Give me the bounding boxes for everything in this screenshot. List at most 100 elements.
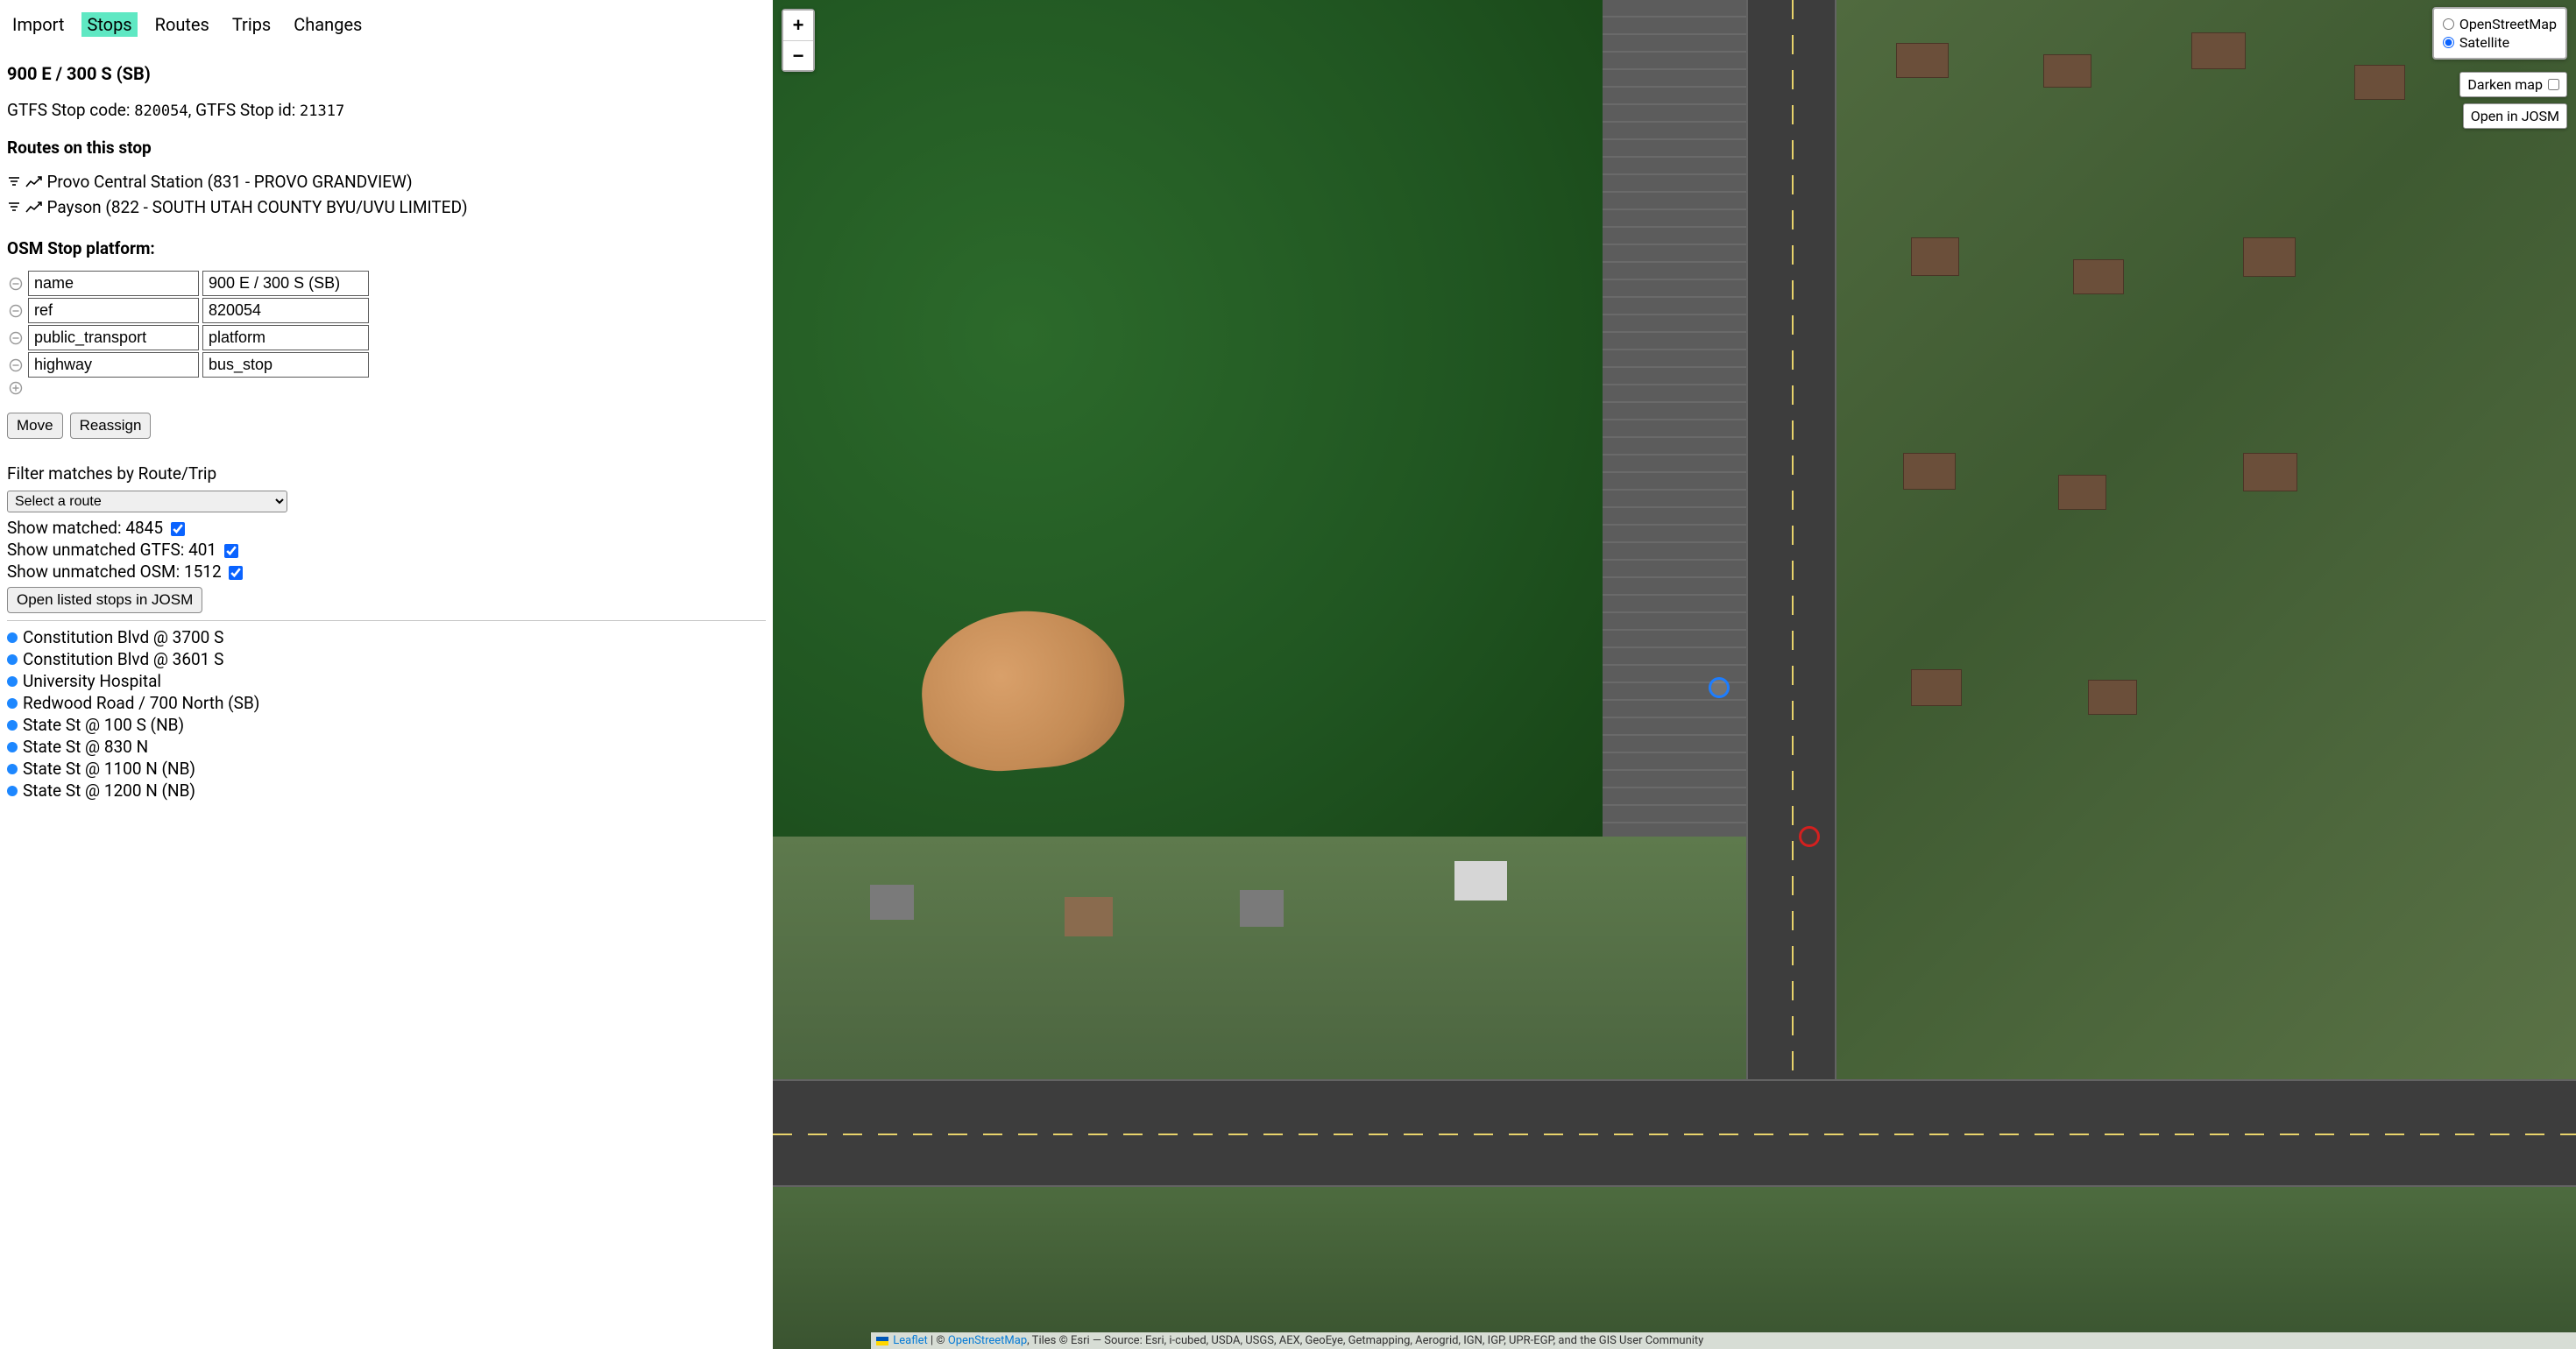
stop-list-item[interactable]: State St @ 1200 N (NB) bbox=[7, 780, 766, 802]
tag-row bbox=[7, 325, 766, 350]
layer-sat-label: Satellite bbox=[2459, 34, 2509, 51]
gtfs-code-label: GTFS Stop code: bbox=[7, 100, 130, 120]
route-select[interactable]: Select a route bbox=[7, 491, 287, 512]
ukraine-flag-icon bbox=[876, 1337, 888, 1345]
tab-changes[interactable]: Changes bbox=[288, 12, 367, 37]
sidebar: Import Stops Routes Trips Changes 900 E … bbox=[0, 0, 773, 1349]
matched-label: Show matched: bbox=[7, 518, 122, 538]
tab-import[interactable]: Import bbox=[7, 12, 69, 37]
stop-list-item[interactable]: Constitution Blvd @ 3700 S bbox=[7, 626, 766, 648]
tag-key-input[interactable] bbox=[28, 298, 199, 323]
tab-trips[interactable]: Trips bbox=[227, 12, 276, 37]
gtfs-id-label: GTFS Stop id: bbox=[195, 100, 295, 120]
stop-list-label: University Hospital bbox=[23, 671, 161, 691]
tag-row bbox=[7, 271, 766, 296]
divider bbox=[7, 620, 766, 621]
layer-osm[interactable]: OpenStreetMap bbox=[2443, 16, 2557, 32]
matched-count: 4845 bbox=[125, 518, 163, 538]
attrib-rest: , Tiles © Esri — Source: Esri, i-cubed, … bbox=[1027, 1334, 1703, 1347]
tag-key-input[interactable] bbox=[28, 325, 199, 350]
stop-list-label: State St @ 1200 N (NB) bbox=[23, 780, 195, 801]
tag-editor bbox=[7, 271, 766, 378]
top-tabs: Import Stops Routes Trips Changes bbox=[7, 9, 766, 42]
stop-title: 900 E / 300 S (SB) bbox=[7, 63, 766, 84]
layer-sat-radio[interactable] bbox=[2443, 37, 2454, 48]
stop-list-item[interactable]: State St @ 100 S (NB) bbox=[7, 714, 766, 736]
gtfs-stop-marker[interactable] bbox=[1709, 677, 1730, 698]
stop-dot-icon bbox=[7, 764, 18, 774]
tag-value-input[interactable] bbox=[202, 271, 369, 296]
tag-value-input[interactable] bbox=[202, 298, 369, 323]
route-text: Provo Central Station (831 - PROVO GRAND… bbox=[46, 172, 412, 192]
reassign-button[interactable]: Reassign bbox=[70, 413, 152, 439]
remove-tag-icon[interactable] bbox=[7, 329, 25, 347]
filter-heading: Filter matches by Route/Trip bbox=[7, 463, 766, 484]
stop-list-item[interactable]: University Hospital bbox=[7, 670, 766, 692]
tag-key-input[interactable] bbox=[28, 271, 199, 296]
tag-value-input[interactable] bbox=[202, 325, 369, 350]
stop-dot-icon bbox=[7, 720, 18, 731]
stop-dot-icon bbox=[7, 654, 18, 665]
stop-list-item[interactable]: State St @ 1100 N (NB) bbox=[7, 758, 766, 780]
stop-list-item[interactable]: Constitution Blvd @ 3601 S bbox=[7, 648, 766, 670]
remove-tag-icon[interactable] bbox=[7, 357, 25, 374]
map-canvas[interactable]: + − OpenStreetMap Satellite Darken map O… bbox=[773, 0, 2576, 1349]
zoom-in-button[interactable]: + bbox=[783, 11, 813, 40]
osm-heading: OSM Stop platform: bbox=[7, 238, 766, 258]
routes-list: Provo Central Station (831 - PROVO GRAND… bbox=[7, 170, 766, 221]
remove-tag-icon[interactable] bbox=[7, 302, 25, 320]
map-attribution: Leaflet | © OpenStreetMap, Tiles © Esri … bbox=[871, 1332, 2576, 1349]
stop-dot-icon bbox=[7, 698, 18, 709]
layer-satellite[interactable]: Satellite bbox=[2443, 34, 2557, 51]
gtfs-id-value: 21317 bbox=[300, 102, 344, 120]
stop-list-label: Constitution Blvd @ 3601 S bbox=[23, 649, 223, 669]
filter-icon bbox=[7, 171, 21, 196]
stop-dot-icon bbox=[7, 786, 18, 796]
gtfs-code-value: 820054 bbox=[134, 102, 188, 120]
trend-icon bbox=[25, 171, 43, 196]
unmatched-osm-label: Show unmatched OSM: bbox=[7, 561, 180, 582]
zoom-out-button[interactable]: − bbox=[783, 40, 813, 70]
open-in-josm-label: Open in JOSM bbox=[2471, 108, 2559, 124]
zoom-control: + − bbox=[782, 9, 815, 72]
unmatched-osm-checkbox[interactable] bbox=[229, 566, 243, 580]
tag-row bbox=[7, 352, 766, 378]
move-button[interactable]: Move bbox=[7, 413, 63, 439]
tab-routes[interactable]: Routes bbox=[150, 12, 215, 37]
leaflet-link[interactable]: Leaflet bbox=[893, 1334, 928, 1347]
routes-heading: Routes on this stop bbox=[7, 138, 766, 158]
filter-icon bbox=[7, 196, 21, 222]
osm-link[interactable]: OpenStreetMap bbox=[948, 1334, 1027, 1347]
route-text: Payson (822 - SOUTH UTAH COUNTY BYU/UVU … bbox=[46, 197, 467, 217]
stop-list-item[interactable]: State St @ 830 N bbox=[7, 736, 766, 758]
open-in-josm-button[interactable]: Open in JOSM bbox=[2463, 103, 2567, 129]
open-listed-josm-button[interactable]: Open listed stops in JOSM bbox=[7, 587, 202, 613]
stop-list-label: State St @ 830 N bbox=[23, 737, 148, 757]
stop-list-label: State St @ 100 S (NB) bbox=[23, 715, 184, 735]
satellite-imagery bbox=[773, 0, 2576, 1349]
remove-tag-icon[interactable] bbox=[7, 275, 25, 293]
darken-map-toggle[interactable]: Darken map bbox=[2459, 72, 2567, 97]
route-item: Provo Central Station (831 - PROVO GRAND… bbox=[7, 170, 766, 195]
gtfs-info: GTFS Stop code: 820054, GTFS Stop id: 21… bbox=[7, 100, 766, 120]
stop-dot-icon bbox=[7, 632, 18, 643]
unmatched-osm-count: 1512 bbox=[184, 561, 222, 582]
map-pane[interactable]: + − OpenStreetMap Satellite Darken map O… bbox=[773, 0, 2576, 1349]
tag-value-input[interactable] bbox=[202, 352, 369, 378]
stop-list-item[interactable]: Redwood Road / 700 North (SB) bbox=[7, 692, 766, 714]
unmatched-gtfs-checkbox[interactable] bbox=[224, 544, 238, 558]
osm-stop-marker[interactable] bbox=[1799, 826, 1820, 847]
darken-map-checkbox[interactable] bbox=[2548, 79, 2559, 90]
layer-osm-radio[interactable] bbox=[2443, 18, 2454, 30]
stop-list-label: Redwood Road / 700 North (SB) bbox=[23, 693, 259, 713]
tab-stops[interactable]: Stops bbox=[81, 12, 137, 37]
darken-map-label: Darken map bbox=[2467, 76, 2543, 93]
tag-key-input[interactable] bbox=[28, 352, 199, 378]
stop-list: Constitution Blvd @ 3700 SConstitution B… bbox=[7, 626, 766, 802]
trend-icon bbox=[25, 196, 43, 222]
unmatched-gtfs-count: 401 bbox=[188, 540, 216, 560]
add-tag-icon[interactable] bbox=[7, 379, 25, 397]
matched-checkbox[interactable] bbox=[171, 522, 185, 536]
attrib-sep: | © bbox=[931, 1334, 948, 1347]
unmatched-gtfs-label: Show unmatched GTFS: bbox=[7, 540, 184, 560]
